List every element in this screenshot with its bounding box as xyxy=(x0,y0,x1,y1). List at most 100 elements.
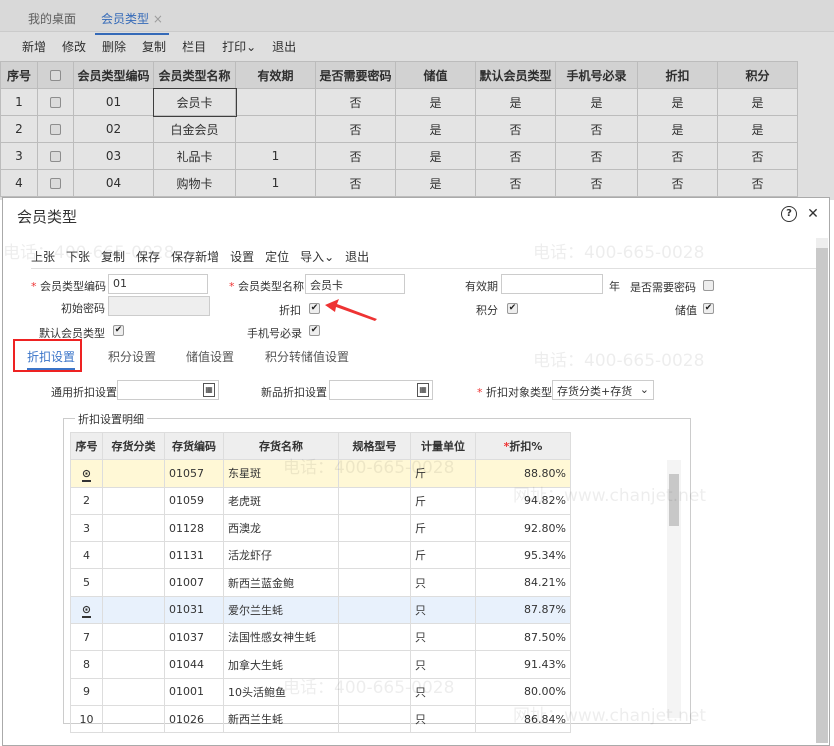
table-row[interactable]: 8 01044 加拿大生蚝 只 91.43% xyxy=(70,650,571,679)
column-header[interactable]: 规格型号 xyxy=(338,431,411,461)
points-checkbox[interactable]: ✔ xyxy=(507,303,518,314)
table-cell[interactable]: 94.82% xyxy=(475,486,571,515)
table-cell: 老虎斑 xyxy=(223,486,339,515)
tab-points-settings[interactable]: 积分设置 xyxy=(108,348,156,365)
table-cell: 只 xyxy=(410,704,476,734)
dialog-toolbar-button[interactable]: 导入⌄ xyxy=(300,248,334,265)
discount-detail-table: 序号 存货分类 存货编码 存货名称 规格型号 计量单位 *折扣% ⊙ 01057 东星斑斤 88.8… xyxy=(70,431,571,734)
red-highlight-box xyxy=(13,339,82,372)
name-input[interactable]: 会员卡 xyxy=(305,274,405,294)
watermark-text: 电话：400-665-0028 xyxy=(533,243,705,263)
table-cell: 2 xyxy=(70,486,103,515)
table-row[interactable]: 3 01128 西澳龙 斤 92.80% xyxy=(70,513,571,543)
table-cell xyxy=(102,513,165,543)
table-row[interactable]: 7 01037 法国性感女神生蚝 只 87.50% xyxy=(70,623,571,652)
table-cell: 10头活鲍鱼 xyxy=(223,677,339,706)
dialog-toolbar-button[interactable]: 复制 xyxy=(101,248,125,265)
row-action-icon[interactable]: ⊙ xyxy=(81,603,92,619)
table-cell[interactable]: 92.80% xyxy=(475,513,571,543)
table-cell: 9 xyxy=(70,677,103,706)
discount-detail-legend: 折扣设置明细 xyxy=(75,411,147,427)
table-cell[interactable]: 91.43% xyxy=(475,650,571,679)
table-cell: 7 xyxy=(70,623,103,652)
detail-scrollbar[interactable] xyxy=(667,460,681,718)
table-row[interactable]: 5 01007 新西兰蓝金鲍 只 84.21% xyxy=(70,568,571,597)
table-row[interactable]: 2 01059 老虎斑 斤 94.82% xyxy=(70,486,571,515)
dialog-toolbar-button[interactable]: 定位 xyxy=(265,248,289,265)
table-cell: 只 xyxy=(410,595,476,625)
tab-points-to-stored-settings[interactable]: 积分转储值设置 xyxy=(265,348,349,365)
column-header[interactable]: 序号 xyxy=(70,431,103,461)
table-cell: 01007 xyxy=(164,568,224,597)
table-cell: ⊙ xyxy=(70,595,103,625)
dialog-toolbar-button[interactable]: 保存新增 xyxy=(171,248,219,265)
column-header[interactable]: 存货名称 xyxy=(223,431,339,461)
table-cell[interactable]: 87.50% xyxy=(475,623,571,652)
code-input[interactable]: 01 xyxy=(108,274,208,294)
table-cell: 01026 xyxy=(164,704,224,734)
column-header[interactable]: 存货分类 xyxy=(102,431,165,461)
calculator-icon[interactable]: ▦ xyxy=(417,383,429,397)
table-cell xyxy=(102,650,165,679)
table-cell[interactable]: 86.84% xyxy=(475,704,571,734)
calculator-icon[interactable]: ▦ xyxy=(203,383,215,397)
table-cell xyxy=(102,623,165,652)
dialog-toolbar-button[interactable]: 退出 xyxy=(345,248,369,265)
member-type-dialog: 会员类型 ? ✕ 上张下张复制保存保存新增设置定位导入⌄ 退出 会员类型编码 01… xyxy=(2,197,830,746)
table-cell: 只 xyxy=(410,623,476,652)
discount-checkbox[interactable]: ✔ xyxy=(309,303,320,314)
table-cell: 新西兰生蚝 xyxy=(223,704,339,734)
default-type-checkbox[interactable]: ✔ xyxy=(113,325,124,336)
dialog-toolbar-button[interactable]: 上张 xyxy=(31,248,55,265)
table-cell: 只 xyxy=(410,650,476,679)
table-cell xyxy=(102,486,165,515)
table-row[interactable]: 4 01131 活龙虾仔 斤 95.34% xyxy=(70,541,571,570)
column-header-label: 折扣% xyxy=(509,440,543,454)
table-cell[interactable]: 88.80% xyxy=(475,459,571,488)
init-password-input[interactable] xyxy=(108,296,210,316)
stored-value-label: 储值 xyxy=(675,304,697,317)
help-icon[interactable]: ? xyxy=(781,206,797,222)
row-action-icon[interactable]: ⊙ xyxy=(81,466,92,482)
header-row: 序号 存货分类 存货编码 存货名称 规格型号 计量单位 *折扣% xyxy=(70,431,571,461)
name-label: 会员类型名称 xyxy=(229,278,304,294)
dialog-toolbar-button[interactable]: 保存 xyxy=(136,248,160,265)
validity-input[interactable] xyxy=(501,274,603,294)
column-header-label: 存货编码 xyxy=(172,440,216,454)
need-password-checkbox[interactable] xyxy=(703,280,714,291)
target-type-select[interactable]: 存货分类+存货 ⌄ xyxy=(552,380,654,400)
table-row[interactable]: 9 01001 10头活鲍鱼 只 80.00% xyxy=(70,677,571,706)
dialog-toolbar-button[interactable]: 设置 xyxy=(230,248,254,265)
dialog-scrollbar[interactable] xyxy=(816,238,828,743)
dialog-toolbar-button[interactable]: 下张 xyxy=(66,248,90,265)
table-cell xyxy=(338,677,411,706)
close-icon[interactable]: ✕ xyxy=(805,206,821,222)
validity-unit: 年 xyxy=(609,280,620,293)
table-cell: 01037 xyxy=(164,623,224,652)
stored-value-checkbox[interactable]: ✔ xyxy=(703,303,714,314)
column-header-label: 存货名称 xyxy=(259,440,303,454)
table-row[interactable]: ⊙ 01057 东星斑 斤 88.80% xyxy=(70,459,571,488)
scrollbar-thumb[interactable] xyxy=(669,474,679,526)
table-cell[interactable]: 80.00% xyxy=(475,677,571,706)
table-row[interactable]: ⊙ 01031 爱尔兰生蚝 只 87.87% xyxy=(70,595,571,625)
table-cell xyxy=(102,541,165,570)
table-cell: 斤 xyxy=(410,459,476,488)
table-cell[interactable]: 87.87% xyxy=(475,595,571,625)
table-cell[interactable]: 95.34% xyxy=(475,541,571,570)
tab-stored-value-settings[interactable]: 储值设置 xyxy=(186,348,234,365)
init-password-label: 初始密码 xyxy=(61,302,105,315)
table-cell xyxy=(102,568,165,597)
table-cell[interactable]: 84.21% xyxy=(475,568,571,597)
column-header[interactable]: 存货编码 xyxy=(164,431,224,461)
chevron-down-icon: ⌄ xyxy=(639,383,649,396)
dialog-toolbar: 上张 下张 复制 保存 保存新增 设置 定位 导入⌄ 退出 xyxy=(31,248,369,265)
table-row[interactable]: 10 01026 新西兰生蚝 只 86.84% xyxy=(70,704,571,734)
table-cell: 01057 xyxy=(164,459,224,488)
phone-required-checkbox[interactable]: ✔ xyxy=(309,325,320,336)
column-header-label: 存货分类 xyxy=(111,440,156,454)
column-header[interactable]: *折扣% xyxy=(475,431,571,461)
column-header[interactable]: 计量单位 xyxy=(410,431,476,461)
table-cell: 法国性感女神生蚝 xyxy=(223,623,339,652)
column-header-label: 计量单位 xyxy=(421,440,465,454)
